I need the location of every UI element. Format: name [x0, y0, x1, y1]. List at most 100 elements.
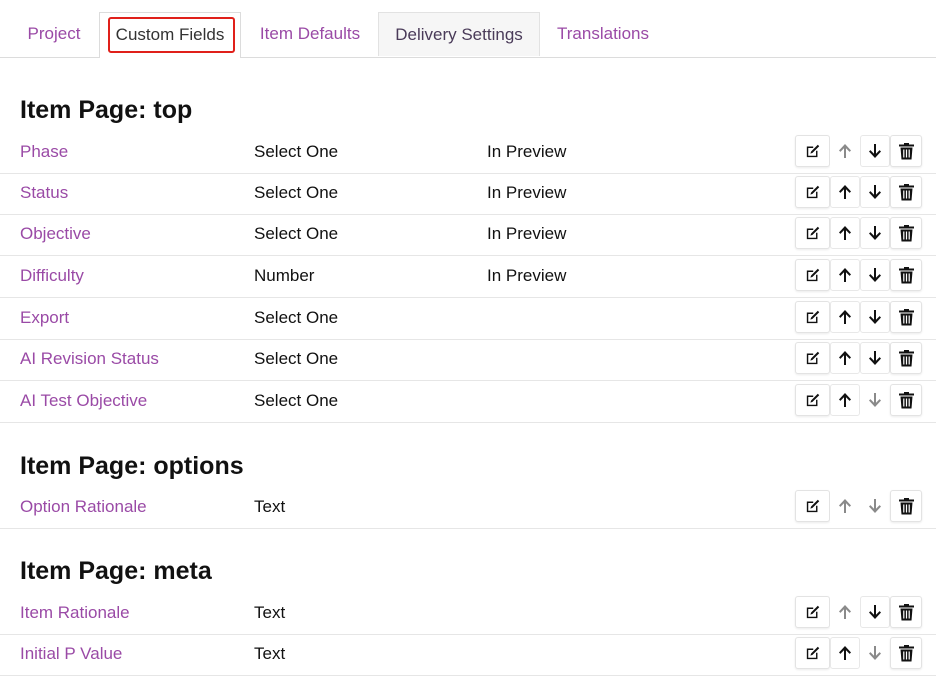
move-down-button[interactable] — [860, 301, 890, 333]
delete-button[interactable] — [890, 176, 922, 208]
field-name-link[interactable]: Item Rationale — [20, 603, 130, 623]
row-actions — [795, 384, 922, 416]
delete-button[interactable] — [890, 637, 922, 669]
arrow-down-icon — [868, 309, 882, 325]
section-title-top: Item Page: top — [20, 96, 193, 124]
tab-translations[interactable]: Translations — [542, 12, 664, 56]
field-type: Text — [254, 644, 286, 663]
edit-button[interactable] — [795, 596, 830, 628]
arrow-down-icon — [868, 604, 882, 620]
table-row: Difficulty Number In Preview — [0, 257, 936, 298]
arrow-up-icon — [838, 267, 852, 283]
move-up-button[interactable] — [830, 342, 860, 374]
delete-button[interactable] — [890, 301, 922, 333]
arrow-up-icon — [838, 392, 852, 408]
field-name-link[interactable]: Phase — [20, 142, 68, 162]
delete-button[interactable] — [890, 135, 922, 167]
field-name-link[interactable]: Initial P Value — [20, 644, 122, 664]
table-row: Export Select One — [0, 299, 936, 340]
edit-icon — [804, 309, 821, 326]
table-row: Status Select One In Preview — [0, 174, 936, 215]
preview-status: In Preview — [487, 266, 567, 285]
edit-button[interactable] — [795, 217, 830, 249]
field-type: Select One — [254, 183, 339, 202]
edit-icon — [804, 604, 821, 621]
delete-button[interactable] — [890, 596, 922, 628]
move-up-button[interactable] — [830, 217, 860, 249]
delete-button[interactable] — [890, 384, 922, 416]
edit-icon — [804, 350, 821, 367]
arrow-up-icon — [838, 309, 852, 325]
tab-delivery-settings[interactable]: Delivery Settings — [378, 12, 540, 56]
move-up-button[interactable] — [830, 301, 860, 333]
edit-button[interactable] — [795, 176, 830, 208]
trash-icon — [898, 142, 914, 160]
field-type: Select One — [254, 391, 339, 410]
delete-button[interactable] — [890, 490, 922, 522]
trash-icon — [898, 349, 914, 367]
preview-status: In Preview — [487, 224, 567, 243]
tab-bar: Project Custom Fields Item Defaults Deli… — [0, 0, 936, 58]
table-row: AI Test Objective Select One — [0, 382, 936, 423]
move-down-button[interactable] — [860, 342, 890, 374]
move-down-button[interactable] — [860, 217, 890, 249]
move-up-button[interactable] — [830, 637, 860, 669]
field-name-link[interactable]: Objective — [20, 224, 91, 244]
arrow-up-icon — [838, 498, 852, 514]
edit-button[interactable] — [795, 637, 830, 669]
trash-icon — [898, 603, 914, 621]
field-name-link[interactable]: Status — [20, 183, 68, 203]
field-name-link[interactable]: AI Revision Status — [20, 349, 159, 369]
edit-button[interactable] — [795, 135, 830, 167]
arrow-down-icon — [868, 267, 882, 283]
move-up-button — [830, 135, 860, 167]
field-type: Number — [254, 266, 315, 285]
move-up-button[interactable] — [830, 259, 860, 291]
arrow-down-icon — [868, 392, 882, 408]
field-name-link[interactable]: Difficulty — [20, 266, 84, 286]
field-name-link[interactable]: Option Rationale — [20, 497, 147, 517]
move-down-button[interactable] — [860, 259, 890, 291]
row-actions — [795, 217, 922, 249]
arrow-up-icon — [838, 645, 852, 661]
trash-icon — [898, 391, 914, 409]
field-type: Text — [254, 497, 286, 516]
field-type: Select One — [254, 308, 339, 327]
tab-item-defaults[interactable]: Item Defaults — [243, 12, 377, 56]
section-title-options: Item Page: options — [20, 452, 244, 480]
field-type: Text — [254, 603, 286, 622]
field-name-link[interactable]: Export — [20, 308, 69, 328]
move-down-button[interactable] — [860, 596, 890, 628]
preview-status: In Preview — [487, 183, 567, 202]
delete-button[interactable] — [890, 217, 922, 249]
move-down-button[interactable] — [860, 135, 890, 167]
move-up-button[interactable] — [830, 176, 860, 208]
edit-button[interactable] — [795, 301, 830, 333]
tab-project[interactable]: Project — [12, 12, 96, 56]
edit-icon — [804, 267, 821, 284]
move-up-button — [830, 596, 860, 628]
edit-icon — [804, 498, 821, 515]
edit-button[interactable] — [795, 490, 830, 522]
arrow-down-icon — [868, 498, 882, 514]
edit-button[interactable] — [795, 342, 830, 374]
move-down-button — [860, 490, 890, 522]
highlight-box — [108, 17, 235, 53]
trash-icon — [898, 183, 914, 201]
row-actions — [795, 490, 922, 522]
table-row: Initial P Value Text — [0, 635, 936, 676]
arrow-up-icon — [838, 225, 852, 241]
delete-button[interactable] — [890, 342, 922, 374]
field-name-link[interactable]: AI Test Objective — [20, 391, 147, 411]
delete-button[interactable] — [890, 259, 922, 291]
arrow-up-icon — [838, 604, 852, 620]
preview-status: In Preview — [487, 142, 567, 161]
edit-button[interactable] — [795, 384, 830, 416]
move-up-button[interactable] — [830, 384, 860, 416]
field-type: Select One — [254, 142, 339, 161]
move-down-button[interactable] — [860, 176, 890, 208]
edit-button[interactable] — [795, 259, 830, 291]
row-actions — [795, 301, 922, 333]
row-actions — [795, 637, 922, 669]
row-actions — [795, 176, 922, 208]
